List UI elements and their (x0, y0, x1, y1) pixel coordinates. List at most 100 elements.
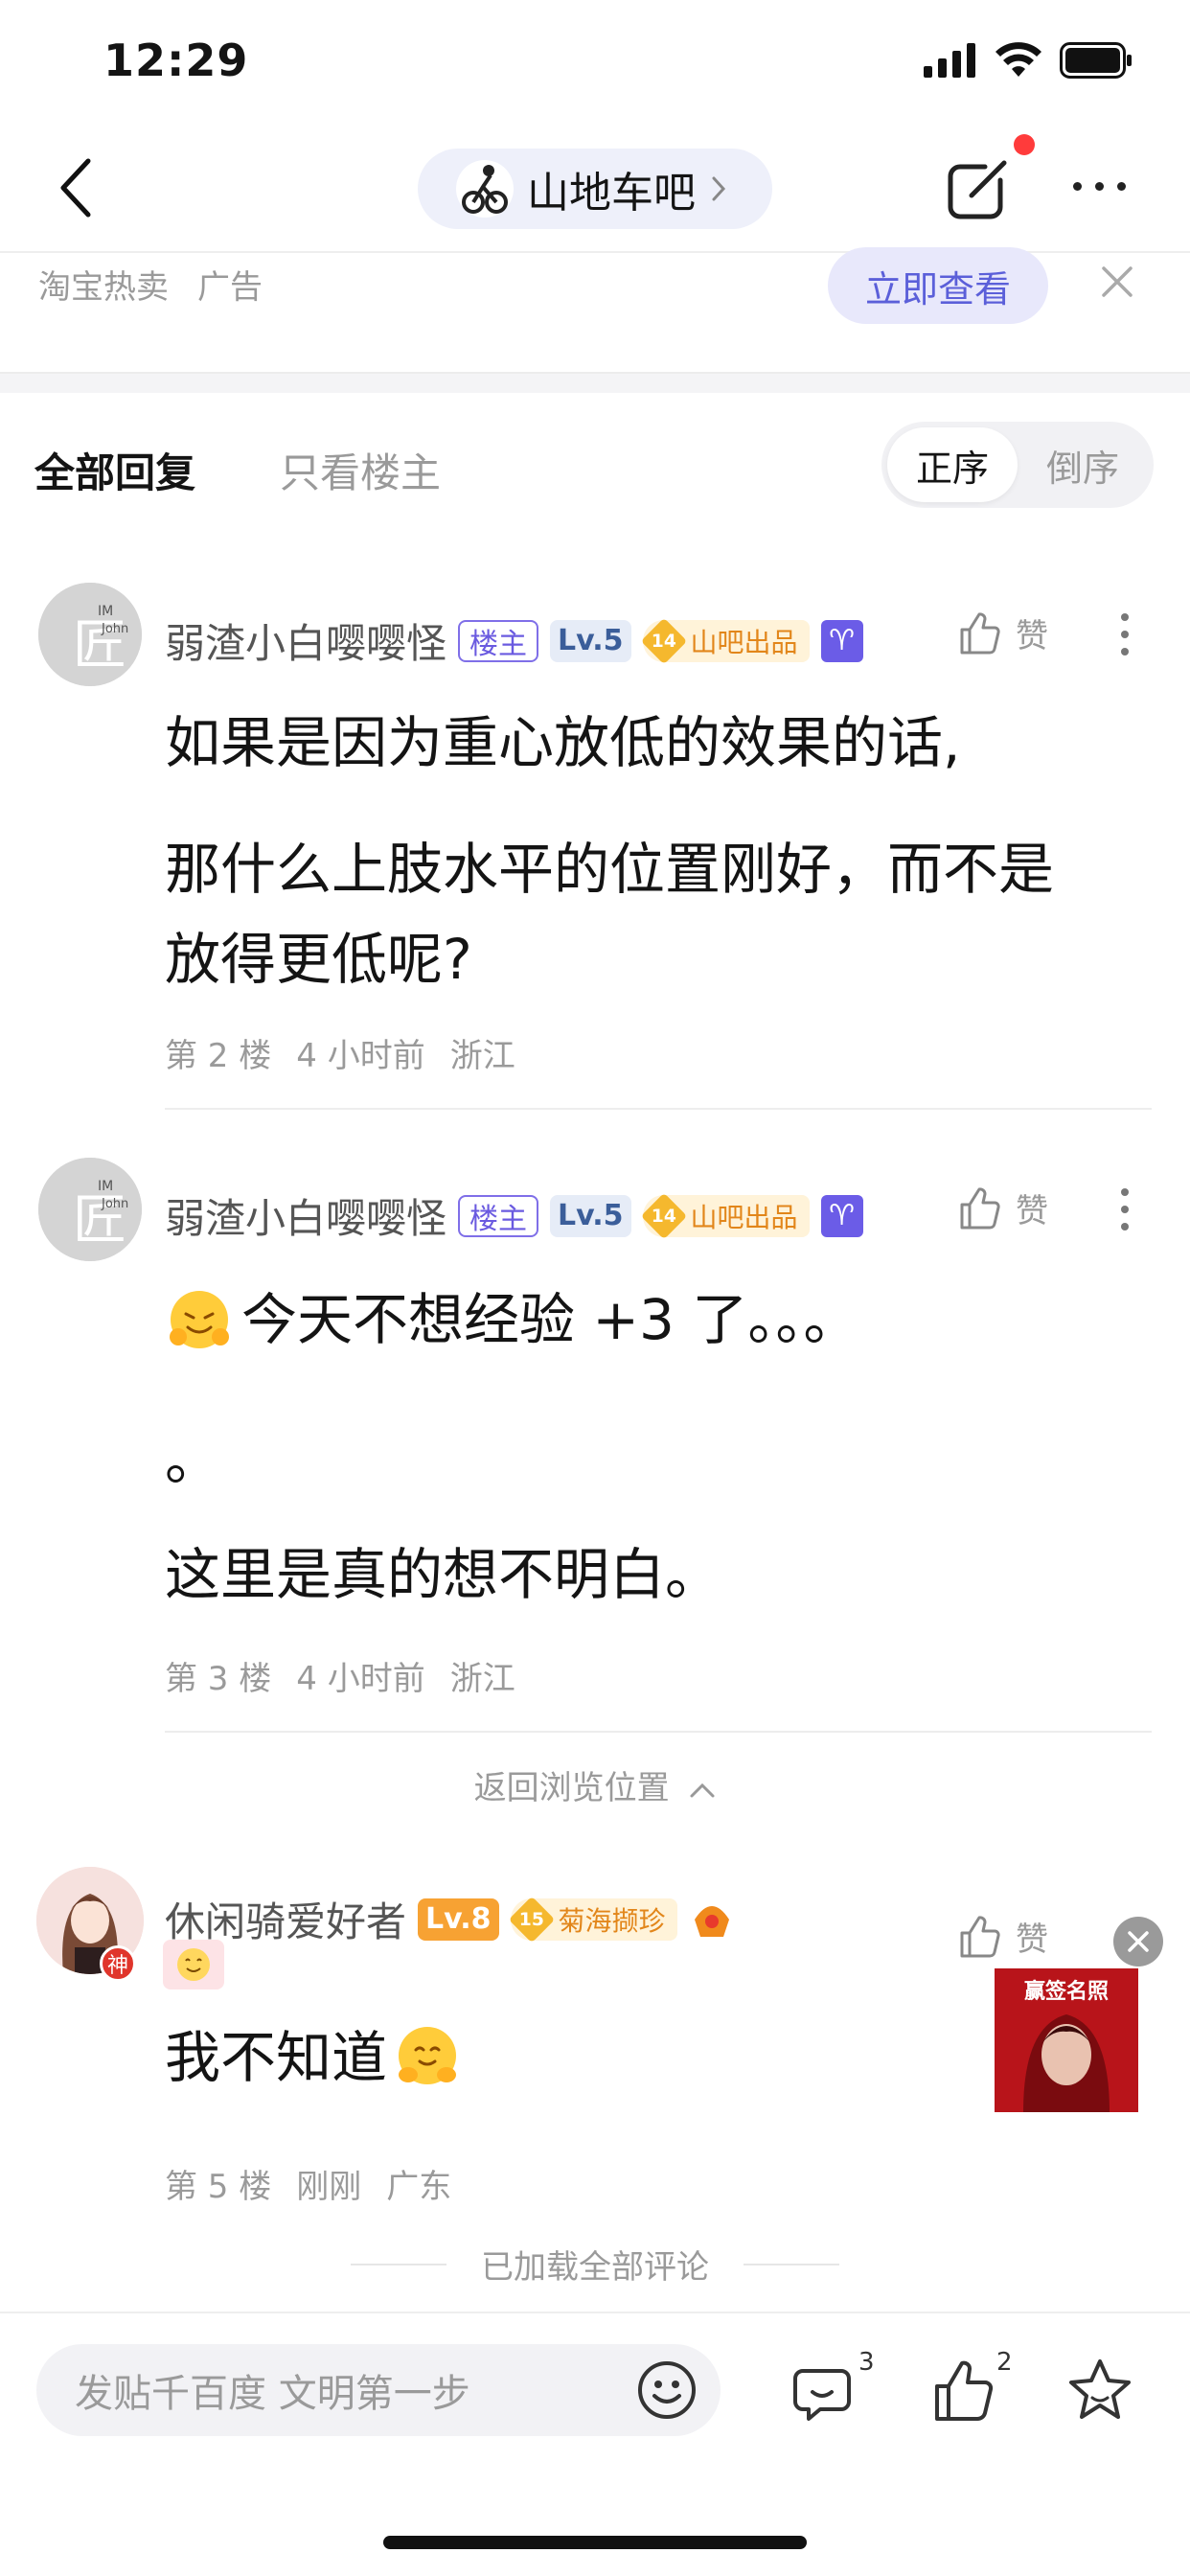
thread-like-button[interactable]: 2 (929, 2348, 1013, 2425)
tab-all-replies[interactable]: 全部回复 (34, 441, 195, 499)
compose-icon[interactable] (943, 151, 1016, 224)
username[interactable]: 弱渣小白嘤嘤怪 (165, 1186, 446, 1245)
post-content-2: 那什么上肢水平的位置刚好，而不是 放得更低呢? (165, 824, 1054, 1004)
floating-ad-close-button[interactable] (1113, 1917, 1163, 1966)
post-content: 今天不想经验 +3 了。。。 (165, 1275, 858, 1365)
thumbs-up-icon (960, 611, 1000, 654)
forum-avatar (456, 160, 514, 218)
post-region: 广东 (386, 2168, 452, 2206)
post-region: 浙江 (449, 1660, 515, 1698)
post-divider (165, 1108, 1152, 1110)
svg-text:John: John (101, 1197, 128, 1211)
favorite-star-icon[interactable] (1065, 2356, 1134, 2425)
post-content-2: 。 (165, 1414, 220, 1505)
tab-op-only[interactable]: 只看楼主 (280, 441, 441, 499)
bottom-divider (0, 2312, 1190, 2313)
chevron-right-icon (712, 176, 726, 201)
post-content: 如果是因为重心放低的效果的话, (165, 698, 960, 788)
avatar-image: 匠 IM John (38, 583, 142, 686)
avatar[interactable]: 匠 IM John (38, 583, 142, 686)
owner-badge: 楼主 (458, 1194, 539, 1237)
divider-line (744, 2263, 839, 2266)
close-icon[interactable] (1096, 261, 1138, 303)
content-line: 今天不想经验 +3 了。。。 (241, 1287, 859, 1352)
wifi-icon (995, 42, 1041, 77)
home-indicator (383, 2536, 807, 2549)
status-icons (924, 42, 1133, 79)
level-badge: Lv.5 (550, 619, 631, 662)
post-time: 刚刚 (296, 2168, 362, 2206)
post-header: 休闲骑爱好者 Lv.8 15 菊海撷珍 (165, 1890, 735, 1948)
honor-badge: 14 山吧出品 (640, 1192, 810, 1239)
floating-ad[interactable]: 赢签名照 (995, 1968, 1138, 2112)
comment-icon (793, 2369, 851, 2421)
forum-pill[interactable]: 山地车吧 (418, 149, 772, 229)
honor-level: 14 (640, 617, 687, 664)
all-loaded-label: 已加载全部评论 (481, 2248, 709, 2287)
floor-number: 第 2 楼 (165, 1037, 272, 1075)
content-line: 如果是因为重心放低的效果的话, (165, 710, 961, 775)
god-badge: 神 (100, 1945, 136, 1982)
ad-tag: 广告 (197, 268, 263, 307)
like-label: 赞 (1016, 1920, 1048, 1959)
thumbs-up-icon (960, 1915, 1000, 1957)
thumbs-up-icon (935, 2360, 994, 2421)
comment-count: 3 (858, 2348, 875, 2377)
post-more-icon[interactable] (1121, 1188, 1129, 1230)
reply-input-placeholder: 发贴千百度 文明第一步 (75, 2372, 470, 2416)
back-to-position-button[interactable]: 返回浏览位置 (0, 1761, 1190, 1808)
reply-input[interactable]: 发贴千百度 文明第一步 (36, 2344, 721, 2436)
status-time: 12:29 (103, 34, 249, 86)
emoji-laugh-icon (170, 1291, 229, 1348)
honor-badge: 14 山吧出品 (640, 617, 810, 664)
post-content: 我不知道 (165, 2012, 464, 2103)
back-to-position-label: 返回浏览位置 (473, 1769, 670, 1807)
game-badge-icon (694, 1905, 729, 1937)
like-button[interactable]: 赞 (956, 1184, 1048, 1231)
zodiac-badge: ♈ (820, 619, 863, 662)
user-tag-badge (163, 1940, 224, 1990)
divider-line (351, 2263, 446, 2266)
chevron-up-icon (690, 1782, 715, 1798)
zodiac-badge: ♈ (820, 1194, 863, 1237)
post-divider (165, 1731, 1152, 1733)
more-options-icon[interactable] (1073, 182, 1126, 191)
floor-number: 第 5 楼 (165, 2168, 272, 2206)
sort-asc-button[interactable]: 正序 (887, 427, 1018, 502)
like-label: 赞 (1016, 1192, 1048, 1230)
post-more-icon[interactable] (1121, 613, 1129, 656)
honor-level: 15 (508, 1896, 555, 1943)
emoji-hug-icon (399, 2027, 457, 2084)
avatar-image: 匠 IM John (38, 1158, 142, 1261)
level-badge: Lv.5 (550, 1194, 631, 1237)
back-icon[interactable] (54, 153, 100, 222)
post-meta: 第 5 楼 刚刚 广东 (165, 2160, 451, 2207)
floating-ad-title: 赢签名照 (1023, 1980, 1109, 2004)
content-line: 那什么上肢水平的位置刚好，而不是 (165, 837, 1055, 902)
content-line: 我不知道 (165, 2025, 388, 2090)
signal-icon (924, 43, 975, 78)
like-button[interactable]: 赞 (956, 1913, 1048, 1960)
content-line: 放得更低呢? (165, 927, 472, 992)
forum-name: 山地车吧 (527, 169, 696, 218)
post-time: 4 小时前 (296, 1037, 425, 1075)
username[interactable]: 弱渣小白嘤嘤怪 (165, 611, 446, 670)
svg-text:IM: IM (98, 1179, 113, 1194)
notification-dot (1014, 134, 1035, 155)
sort-desc-button[interactable]: 倒序 (1018, 427, 1148, 502)
avatar[interactable]: 匠 IM John (38, 1158, 142, 1261)
floor-number: 第 3 楼 (165, 1660, 272, 1698)
honor-label: 山吧出品 (690, 1201, 798, 1233)
comment-button[interactable]: 3 (791, 2348, 875, 2425)
ad-cta-button[interactable]: 立即查看 (828, 247, 1048, 324)
post-meta: 第 3 楼 4 小时前 浙江 (165, 1652, 515, 1699)
post-header: 弱渣小白嘤嘤怪 楼主 Lv.5 14 山吧出品 ♈ (165, 611, 863, 670)
emoji-picker-icon[interactable] (636, 2359, 698, 2421)
ad-label: 淘宝热卖 广告 (38, 261, 263, 308)
content-line: 。 (165, 1427, 221, 1492)
content-line: 这里是真的想不明白。 (165, 1542, 721, 1607)
battery-icon (1060, 42, 1132, 79)
section-gap (0, 372, 1190, 393)
like-button[interactable]: 赞 (956, 610, 1048, 656)
post-region: 浙江 (449, 1037, 515, 1075)
